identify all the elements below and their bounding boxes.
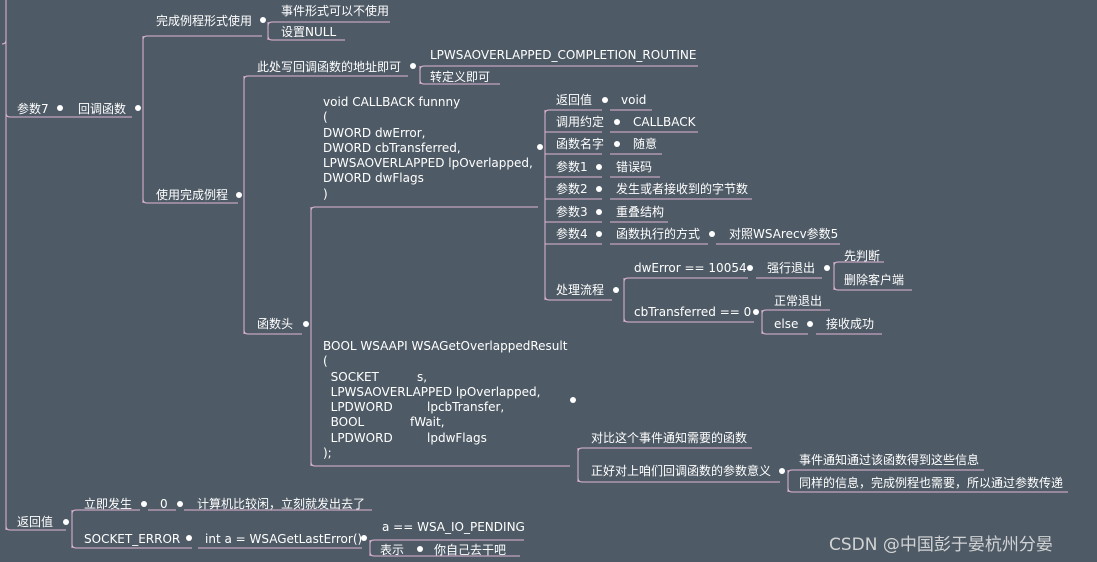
- node-delete-client[interactable]: 删除客户端: [844, 273, 904, 288]
- node-collapse-dot[interactable]: [135, 105, 141, 111]
- node-arg3[interactable]: 参数3: [556, 205, 588, 220]
- node-func-name[interactable]: 函数名字: [556, 137, 604, 152]
- node-collapse-dot[interactable]: [177, 501, 183, 507]
- node-compare-event-func[interactable]: 对比这个事件通知需要的函数: [591, 431, 747, 446]
- node-arg1[interactable]: 参数1: [556, 160, 588, 175]
- node-collapse-dot[interactable]: [602, 97, 608, 103]
- node-routine-type[interactable]: LPWSAOVERLAPPED_COMPLETION_ROUTINE: [430, 48, 696, 63]
- node-get-last-error[interactable]: int a = WSAGetLastError(): [205, 532, 362, 547]
- node-param7[interactable]: 参数7: [17, 102, 49, 117]
- node-computer-idle[interactable]: 计算机比较闲，立刻就发出去了: [197, 497, 365, 512]
- node-check-first[interactable]: 先判断: [844, 249, 880, 264]
- node-callback-func[interactable]: 回调函数: [78, 102, 126, 117]
- node-collapse-dot[interactable]: [186, 535, 192, 541]
- node-getoverlapped-signature[interactable]: BOOL WSAAPI WSAGetOverlappedResult ( SOC…: [323, 339, 567, 461]
- node-collapse-dot[interactable]: [709, 231, 715, 237]
- watermark: CSDN @中国彭于晏杭州分晏: [829, 535, 1053, 555]
- node-collapse-dot[interactable]: [260, 17, 266, 23]
- node-zero[interactable]: 0: [160, 497, 168, 512]
- node-collapse-dot[interactable]: [303, 321, 309, 327]
- node-collapse-dot[interactable]: [614, 141, 620, 147]
- node-callback-kw[interactable]: CALLBACK: [633, 115, 695, 130]
- node-collapse-dot[interactable]: [596, 164, 602, 170]
- node-process-flow[interactable]: 处理流程: [556, 283, 604, 298]
- node-collapse-dot[interactable]: [141, 501, 147, 507]
- node-collapse-dot[interactable]: [596, 209, 602, 215]
- node-collapse-dot[interactable]: [570, 397, 576, 403]
- node-event-form-unusable[interactable]: 事件形式可以不使用: [281, 4, 389, 19]
- node-cbtransferred-cond[interactable]: cbTransferred == 0: [634, 305, 751, 320]
- node-ret-value[interactable]: 返回值: [556, 93, 592, 108]
- node-means[interactable]: 表示: [380, 543, 404, 558]
- node-collapse-dot[interactable]: [614, 119, 620, 125]
- node-dwerror-cond[interactable]: dwError == 10054: [634, 261, 747, 276]
- node-calling-conv[interactable]: 调用约定: [556, 115, 604, 130]
- node-immediate[interactable]: 立即发生: [84, 497, 132, 512]
- node-collapse-dot[interactable]: [807, 321, 813, 327]
- node-arg2[interactable]: 参数2: [556, 182, 588, 197]
- node-collapse-dot[interactable]: [63, 519, 69, 525]
- node-callback-signature[interactable]: void CALLBACK funnny ( DWORD dwError, DW…: [323, 95, 533, 202]
- node-event-gets-info[interactable]: 事件通知通过该函数得到这些信息: [799, 453, 979, 468]
- node-go-do-yourself[interactable]: 你自己去干吧: [434, 543, 506, 558]
- node-collapse-dot[interactable]: [779, 468, 785, 474]
- node-recv-success[interactable]: 接收成功: [826, 317, 874, 332]
- node-collapse-dot[interactable]: [747, 265, 753, 271]
- node-collapse-dot[interactable]: [410, 63, 416, 69]
- node-collapse-dot[interactable]: [236, 192, 242, 198]
- node-collapse-dot[interactable]: [537, 144, 543, 150]
- node-io-pending[interactable]: a == WSA_IO_PENDING: [382, 520, 525, 535]
- node-error-code[interactable]: 错误码: [616, 160, 652, 175]
- node-compare-wsarecv[interactable]: 对照WSArecv参数5: [729, 227, 838, 242]
- node-socket-error[interactable]: SOCKET_ERROR: [84, 532, 180, 547]
- node-collapse-dot[interactable]: [596, 231, 602, 237]
- node-collapse-dot[interactable]: [753, 309, 759, 315]
- node-normal-exit[interactable]: 正常退出: [774, 294, 822, 309]
- node-completion-form[interactable]: 完成例程形式使用: [156, 14, 252, 29]
- node-fill-address[interactable]: 此处写回调函数的地址即可: [257, 60, 401, 75]
- node-same-info[interactable]: 同样的信息，完成例程也需要，所以通过参数传递: [799, 476, 1063, 491]
- node-exec-mode[interactable]: 函数执行的方式: [616, 227, 700, 242]
- node-collapse-dot[interactable]: [57, 105, 63, 111]
- node-else[interactable]: else: [774, 317, 798, 332]
- node-collapse-dot[interactable]: [613, 287, 619, 293]
- node-void[interactable]: void: [621, 93, 646, 108]
- node-func-header[interactable]: 函数头: [257, 317, 293, 332]
- node-collapse-dot[interactable]: [824, 265, 830, 271]
- node-return-value[interactable]: 返回值: [17, 515, 53, 530]
- node-overlapped-struct[interactable]: 重叠结构: [616, 205, 664, 220]
- node-use-completion[interactable]: 使用完成例程: [156, 188, 228, 203]
- node-bytes-transferred[interactable]: 发生或者接收到的字节数: [616, 182, 748, 197]
- node-anything[interactable]: 随意: [633, 137, 657, 152]
- node-collapse-dot[interactable]: [361, 535, 367, 541]
- node-typedef[interactable]: 转定义即可: [430, 70, 490, 85]
- node-arg4[interactable]: 参数4: [556, 227, 588, 242]
- node-force-exit[interactable]: 强行退出: [767, 261, 815, 276]
- node-matches-callback[interactable]: 正好对上咱们回调函数的参数意义: [591, 464, 771, 479]
- node-collapse-dot[interactable]: [417, 546, 423, 552]
- node-set-null[interactable]: 设置NULL: [281, 25, 336, 40]
- node-collapse-dot[interactable]: [596, 186, 602, 192]
